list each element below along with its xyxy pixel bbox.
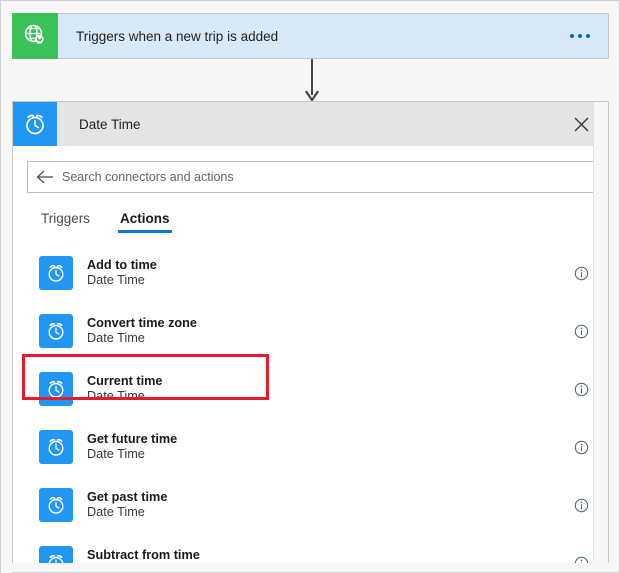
connector-picker-panel: Date Time Triggers Actions (12, 101, 609, 563)
trigger-card[interactable]: Triggers when a new trip is added (12, 12, 609, 59)
alarm-clock-icon (13, 102, 57, 146)
left-gutter (1, 101, 12, 573)
picker-scrollbar[interactable] (593, 102, 608, 563)
info-icon[interactable] (572, 496, 590, 514)
trigger-title: Triggers when a new trip is added (76, 28, 279, 44)
picker-title: Date Time (79, 116, 141, 132)
search-bar[interactable] (27, 161, 594, 193)
list-item-text: Subtract from time Date Time (87, 548, 200, 563)
list-item-title: Subtract from time (87, 547, 200, 562)
alarm-clock-icon (39, 430, 73, 464)
list-item-subtitle: Date Time (87, 273, 145, 287)
list-item-title: Add to time (87, 257, 157, 272)
list-item[interactable]: Convert time zone Date Time (13, 302, 608, 360)
alarm-clock-icon (39, 546, 73, 563)
list-item-subtitle: Date Time (87, 331, 145, 345)
tab-triggers[interactable]: Triggers (39, 207, 92, 233)
list-item[interactable]: Get past time Date Time (13, 476, 608, 534)
info-icon[interactable] (572, 322, 590, 340)
search-input[interactable] (62, 170, 593, 184)
list-item-text: Current time Date Time (87, 374, 162, 405)
down-arrow-icon (304, 59, 320, 103)
scrollbar-thumb[interactable] (595, 102, 607, 352)
list-item-title: Get future time (87, 431, 178, 446)
globe-person-icon (12, 12, 58, 59)
alarm-clock-icon (39, 488, 73, 522)
actions-list: Add to time Date Time Convert time zone … (13, 244, 608, 563)
list-item-title: Convert time zone (87, 315, 197, 330)
list-item-text: Convert time zone Date Time (87, 316, 197, 347)
list-item-subtitle: Date Time (87, 505, 145, 519)
list-item[interactable]: Current time Date Time (13, 360, 608, 418)
close-icon[interactable] (570, 113, 592, 135)
info-icon[interactable] (572, 438, 590, 456)
list-item-text: Get future time Date Time (87, 432, 177, 463)
list-item-text: Add to time Date Time (87, 258, 157, 289)
picker-header: Date Time (13, 102, 608, 146)
alarm-clock-icon (39, 314, 73, 348)
list-item-text: Get past time Date Time (87, 490, 167, 521)
info-icon[interactable] (572, 264, 590, 282)
tab-actions[interactable]: Actions (118, 207, 172, 233)
info-icon[interactable] (572, 380, 590, 398)
ellipsis-icon[interactable] (570, 34, 590, 38)
alarm-clock-icon (39, 256, 73, 290)
alarm-clock-icon (39, 372, 73, 406)
list-item[interactable]: Subtract from time Date Time (13, 534, 608, 563)
list-item-title: Current time (87, 373, 163, 388)
back-arrow-icon[interactable] (28, 170, 62, 184)
list-item[interactable]: Get future time Date Time (13, 418, 608, 476)
list-item[interactable]: Add to time Date Time (13, 244, 608, 302)
list-item-subtitle: Date Time (87, 389, 145, 403)
list-item-subtitle: Date Time (87, 447, 145, 461)
picker-tabs: Triggers Actions (39, 207, 608, 233)
list-item-title: Get past time (87, 489, 168, 504)
info-icon[interactable] (572, 554, 590, 563)
